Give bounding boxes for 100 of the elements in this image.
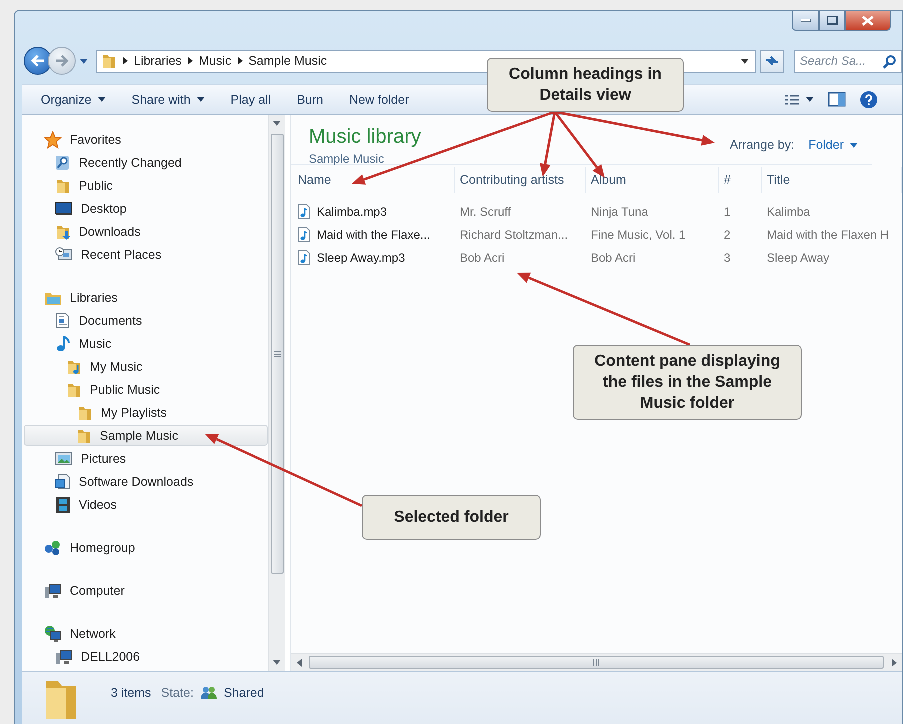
chevron-icon [188,57,193,65]
nav-item[interactable]: Network [24,623,268,644]
toolbar-button[interactable]: Play all [224,88,278,112]
breadcrumb[interactable]: Libraries [134,54,182,68]
file-name[interactable]: Sleep Away.mp3 [293,247,455,268]
grip-icon [593,659,600,666]
nav-item-label: Downloads [79,224,141,238]
table-cell-text: Richard Stoltzman... [459,226,570,244]
close-icon [862,16,874,26]
nav-item[interactable]: Downloads [24,221,268,242]
table-cell-text: Fine Music, Vol. 1 [590,226,687,244]
nav-item-label: Sample Music [100,428,178,442]
arrange-label: Arrange by: [730,138,795,152]
nav-item[interactable]: Recent Places [24,244,268,265]
nav-item[interactable]: Public Music [24,379,268,400]
nav-item-label: My Playlists [101,406,167,420]
table-cell-text: 3 [723,250,732,266]
star-icon [44,130,62,148]
table-cell-text: Mr. Scruff [459,204,512,220]
nav-item[interactable]: Homegroup [24,537,268,558]
caret-icon [273,660,281,665]
toolbar-button[interactable]: Burn [290,88,330,112]
network-icon [44,624,62,642]
minimize-button[interactable] [792,11,819,31]
refresh-icon [765,55,779,67]
nav-item[interactable]: Videos [24,494,268,515]
toolbar-button[interactable]: Share with [124,88,212,112]
refresh-button[interactable] [760,50,784,72]
library-subtitle: Sample Music [309,152,386,166]
nav-item[interactable]: Desktop [24,198,268,219]
horizontal-scrollbar[interactable] [291,653,902,671]
folder-icon [55,178,71,194]
audio-file-icon [298,204,311,220]
nav-item-label: Videos [79,498,117,512]
minimize-icon [800,18,810,22]
view-list-icon [784,94,800,106]
folder-icon [66,382,82,398]
nav-item-label: Recently Changed [79,156,182,170]
nav-item[interactable]: Libraries [24,287,268,308]
nav-item[interactable]: Music [24,333,268,354]
folder-icon [77,404,93,420]
nav-item[interactable]: Public [24,175,268,196]
forward-arrow-icon [55,55,69,67]
breadcrumb[interactable]: Sample Music [248,54,328,68]
scrollbar-thumb[interactable] [309,656,884,669]
caret-icon [98,97,106,102]
caret-icon [850,142,858,148]
callout-tooltip: Selected folder [362,495,541,540]
nav-item[interactable]: Favorites [24,129,268,150]
breadcrumb[interactable]: Music [198,54,232,68]
history-button[interactable] [80,58,88,64]
scrollbar-thumb[interactable] [270,134,284,574]
computer-icon [44,582,62,598]
toolbar-button[interactable]: New folder [342,88,416,112]
caret-icon [741,58,749,64]
nav-item[interactable]: Documents [24,310,268,331]
nav-item-label: Desktop [81,202,127,216]
nav-item-label: Favorites [70,132,122,146]
state-label: State: [161,686,194,700]
back-button[interactable] [24,47,52,75]
preview-pane-icon[interactable] [828,92,846,107]
music-folder-icon [66,358,82,374]
music-note-icon [55,336,71,352]
table-cell-text: Bob Acri [459,250,506,266]
toolbar-button[interactable]: Organize [34,88,113,112]
file-name[interactable]: Kalimba.mp3 [293,201,455,222]
nav-item[interactable]: My Music [24,356,268,377]
vertical-scrollbar[interactable] [268,115,285,671]
table-cell-text: Ninja Tuna [590,204,650,220]
nav-item-label: Recent Places [81,248,162,262]
column-header[interactable]: Title [762,167,902,193]
nav-item[interactable]: Computer [24,580,268,601]
nav-item[interactable]: My Playlists [24,402,268,423]
desktop-icon [55,200,73,216]
nav-item-label: Homegroup [70,540,136,554]
file-name[interactable]: Maid with the Flaxe... [293,224,455,245]
shared-users-icon [200,685,218,701]
search-field[interactable]: Search Sa... [794,50,902,72]
column-header[interactable]: # [719,167,762,193]
nav-item[interactable]: Software Downloads [24,471,268,492]
caret-icon [806,97,814,102]
document-icon [55,312,71,328]
maximize-button[interactable] [819,11,845,31]
caret-icon [892,658,896,666]
nav-item-label: Public [79,178,114,192]
close-button[interactable] [845,11,891,31]
help-icon[interactable] [860,90,878,108]
arrange-dropdown[interactable]: Folder [808,138,858,152]
nav-item-label: Libraries [70,290,118,304]
table-cell-text: Kalimba [766,204,812,220]
library-title: Music library [309,125,422,149]
nav-item-label: Documents [79,314,142,328]
nav-item[interactable]: DELL2006 [24,646,268,667]
caret-icon [196,97,205,102]
nav-item[interactable]: Pictures [24,448,268,469]
callout-tooltip: Column headings in Details view [487,58,684,112]
nav-item[interactable]: Sample Music [24,425,268,446]
table-cell-text: Sleep Away [766,250,830,266]
nav-item[interactable]: Recently Changed [24,152,268,173]
views-button[interactable] [784,94,814,106]
